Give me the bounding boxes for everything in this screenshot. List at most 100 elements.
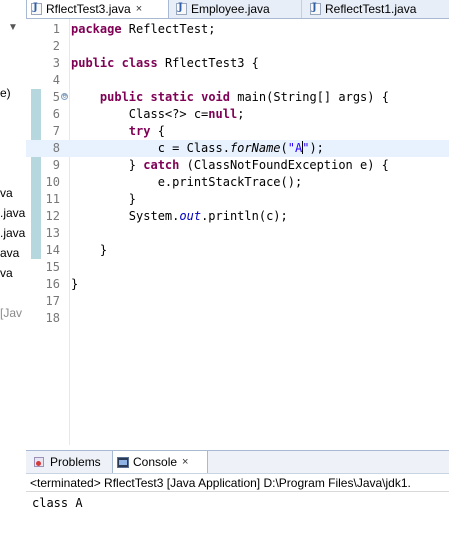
console-icon xyxy=(117,456,129,468)
tab-label: Employee.java xyxy=(191,2,270,16)
tab-console[interactable]: Console × xyxy=(112,451,208,473)
code-text: c = Class.forName("A"); xyxy=(71,140,324,157)
close-tab-icon[interactable]: × xyxy=(136,3,142,15)
view-menu-chevron-icon[interactable]: ▼ xyxy=(8,22,18,33)
close-tab-icon[interactable]: × xyxy=(182,456,188,468)
code-text: public static void main(String[] args) { xyxy=(71,89,389,106)
console-output[interactable]: class A xyxy=(26,494,449,542)
code-token: public xyxy=(99,90,144,104)
code-text: } xyxy=(71,276,78,293)
code-line[interactable]: 17 xyxy=(26,293,449,310)
code-token: } xyxy=(71,277,79,291)
code-text: } xyxy=(71,191,136,208)
java-file-icon xyxy=(176,2,187,15)
tab-label: Console xyxy=(133,455,178,469)
code-token: ReflectTest; xyxy=(121,22,216,36)
line-number: 14 xyxy=(45,243,60,257)
code-line[interactable]: 14 } xyxy=(26,242,449,259)
code-token: "A xyxy=(287,141,303,155)
code-token: class xyxy=(121,56,158,70)
line-number: 2 xyxy=(52,39,60,53)
line-number: 7 xyxy=(52,124,60,138)
code-line[interactable]: 13 xyxy=(26,225,449,242)
code-line[interactable]: 4 xyxy=(26,72,449,89)
code-text: package ReflectTest; xyxy=(71,21,216,38)
code-token: out xyxy=(179,209,202,223)
code-token: RflectTest3 { xyxy=(157,56,259,70)
code-token: { xyxy=(150,124,165,138)
tab-reflecttest1[interactable]: ReflectTest1.java xyxy=(306,0,449,18)
console-status-line: <terminated> RflectTest3 [Java Applicati… xyxy=(26,474,449,492)
explorer-fragment[interactable]: va xyxy=(0,186,13,200)
java-file-icon xyxy=(310,2,321,15)
code-token: ); xyxy=(309,141,324,155)
code-line[interactable]: 2 xyxy=(26,38,449,55)
code-token: ( xyxy=(280,141,288,155)
line-number: 11 xyxy=(45,192,60,206)
tab-rflecttest3[interactable]: RflectTest3.java × xyxy=(26,0,169,18)
code-text: } catch (ClassNotFoundException e) { xyxy=(71,157,389,174)
editor-tab-bar: RflectTest3.java × Employee.java Reflect… xyxy=(26,0,449,19)
explorer-fragment[interactable]: ava xyxy=(0,246,19,260)
code-token: ; xyxy=(237,107,245,121)
tab-employee[interactable]: Employee.java xyxy=(172,0,302,18)
code-token: Class<?> c= xyxy=(71,107,209,121)
code-token: forName xyxy=(229,141,281,155)
code-text: Class<?> c=null; xyxy=(71,106,245,123)
collapse-fold-icon[interactable]: ⊖ xyxy=(61,93,68,100)
code-line[interactable]: 12 System.out.println(c); xyxy=(26,208,449,225)
code-line[interactable]: 7 try { xyxy=(26,123,449,140)
code-line[interactable]: 15 xyxy=(26,259,449,276)
code-line[interactable]: 16} xyxy=(26,276,449,293)
code-line[interactable]: 10 e.printStackTrace(); xyxy=(26,174,449,191)
explorer-fragment[interactable]: e) xyxy=(0,86,11,100)
code-token: .println(c); xyxy=(201,209,288,223)
line-number: 6 xyxy=(52,107,60,121)
code-token: System. xyxy=(71,209,180,223)
line-number: 16 xyxy=(45,277,60,291)
code-token: try xyxy=(128,124,151,138)
line-number: 13 xyxy=(45,226,60,240)
code-line[interactable]: 5 ⊖ public static void main(String[] args… xyxy=(26,89,449,106)
java-file-icon xyxy=(31,2,42,15)
explorer-fragment[interactable]: .java xyxy=(0,226,25,240)
line-number: 1 xyxy=(52,22,60,36)
code-token: public xyxy=(71,56,115,70)
line-number: 12 xyxy=(45,209,60,223)
code-line[interactable]: 11 } xyxy=(26,191,449,208)
problems-icon xyxy=(34,456,46,468)
line-number: 4 xyxy=(52,73,60,87)
explorer-fragment[interactable]: va xyxy=(0,266,13,280)
line-number: 17 xyxy=(45,294,60,308)
code-token: } xyxy=(71,192,137,206)
explorer-fragment[interactable]: .java xyxy=(0,206,25,220)
explorer-fragment: [Jav xyxy=(0,306,23,320)
code-token: catch xyxy=(143,158,180,172)
code-token: null xyxy=(208,107,238,121)
tab-label: ReflectTest1.java xyxy=(325,2,417,16)
code-line[interactable]: 9 } catch (ClassNotFoundException e) { xyxy=(26,157,449,174)
code-text: public class RflectTest3 { xyxy=(71,55,259,72)
line-number: 3 xyxy=(52,56,60,70)
line-number: 10 xyxy=(45,175,60,189)
code-text: } xyxy=(71,242,107,259)
code-text: e.printStackTrace(); xyxy=(71,174,303,191)
code-editor[interactable]: 1 package ReflectTest; 2 3 public class Rfle… xyxy=(26,19,449,445)
line-number: 8 xyxy=(52,141,60,155)
code-line[interactable]: 3 public class RflectTest3 { xyxy=(26,55,449,72)
code-token: package xyxy=(71,22,122,36)
code-token: e.printStackTrace(); xyxy=(71,175,303,189)
code-line[interactable]: 6 Class<?> c=null; xyxy=(26,106,449,123)
code-line[interactable]: 8 c = Class.forName("A"); xyxy=(26,140,449,157)
tab-problems[interactable]: Problems xyxy=(30,451,112,473)
code-token: } xyxy=(71,158,144,172)
code-text: System.out.println(c); xyxy=(71,208,288,225)
line-number: 15 xyxy=(45,260,60,274)
code-line[interactable]: 18 xyxy=(26,310,449,327)
code-line[interactable]: 1 package ReflectTest; xyxy=(26,21,449,38)
